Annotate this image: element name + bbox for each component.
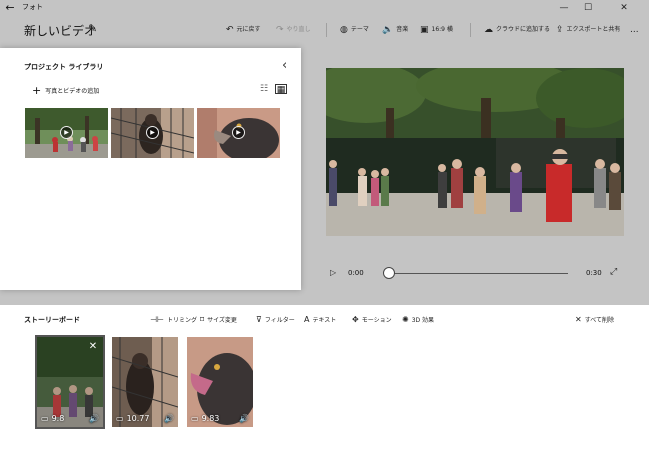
3d-effects-icon: ✺: [402, 315, 409, 324]
undo-button[interactable]: ↶ 元に戻す: [226, 24, 261, 36]
toolbar-divider: [470, 23, 471, 37]
undo-icon: ↶: [226, 25, 234, 35]
redo-label: やり直し: [286, 26, 311, 33]
trim-button[interactable]: ⊣⊢ トリミング: [150, 315, 197, 324]
minimize-button[interactable]: —: [552, 0, 576, 16]
library-item[interactable]: ▶: [110, 108, 195, 158]
storyboard-clip[interactable]: ▭ 9.83 🔊: [187, 337, 253, 427]
add-media-button[interactable]: + 写真とビデオの追加: [32, 84, 99, 97]
motion-label: モーション: [361, 317, 392, 324]
project-title[interactable]: 新しいビデオ: [24, 22, 96, 39]
close-icon: ✕: [575, 315, 582, 324]
library-item[interactable]: ▶: [197, 108, 280, 162]
speaker-icon[interactable]: 🔊: [89, 414, 99, 423]
export-icon: ⇪: [556, 25, 564, 35]
film-icon: ▭: [116, 414, 124, 423]
preview-frame: [326, 68, 624, 236]
music-label: 音楽: [396, 26, 409, 33]
clip-duration: 9.8: [51, 414, 65, 423]
current-time: 0:00: [348, 269, 364, 277]
play-icon: ▶: [146, 126, 159, 139]
redo-icon: ↷: [276, 25, 284, 35]
library-title: プロジェクト ライブラリ: [24, 63, 104, 71]
filter-label: フィルター: [264, 317, 295, 324]
text-label: テキスト: [312, 317, 337, 324]
collapse-chevron-icon[interactable]: ‹: [282, 58, 287, 73]
export-share-label: エクスポートと共有: [566, 26, 621, 33]
motion-icon: ✥: [352, 315, 359, 324]
play-button[interactable]: ▷: [330, 268, 336, 277]
library-item[interactable]: ▶: [25, 108, 108, 158]
redo-button[interactable]: ↷ やり直し: [276, 24, 311, 36]
cloud-icon: ☁: [484, 25, 493, 35]
undo-label: 元に戻す: [236, 26, 261, 33]
3d-effects-label: 3D 効果: [411, 317, 435, 324]
add-media-label: 写真とビデオの追加: [45, 88, 100, 95]
maximize-button[interactable]: ☐: [576, 0, 600, 16]
remove-clip-icon[interactable]: ✕: [87, 341, 99, 353]
list-view-icon[interactable]: ☷: [258, 84, 270, 94]
seek-bar[interactable]: [390, 273, 568, 274]
storyboard-clip[interactable]: ▭ 10.77 🔊: [112, 337, 178, 427]
resize-button[interactable]: ⌑ サイズ変更: [200, 315, 237, 324]
resize-icon: ⌑: [200, 315, 205, 324]
trim-icon: ⊣⊢: [150, 315, 164, 324]
back-arrow-icon[interactable]: ←: [2, 1, 18, 15]
filter-button[interactable]: ⊽ フィルター: [256, 315, 295, 324]
text-button[interactable]: A テキスト: [304, 315, 336, 324]
3d-effects-button[interactable]: ✺ 3D 効果: [402, 315, 434, 324]
music-button[interactable]: 🔈 音楽: [382, 24, 408, 36]
clip-duration: 9.83: [201, 414, 220, 423]
grid-view-icon[interactable]: ▦: [275, 84, 287, 95]
trim-label: トリミング: [166, 317, 197, 324]
app-title: フォト: [22, 3, 43, 11]
film-icon: ▭: [191, 414, 199, 423]
toolbar-divider: [326, 23, 327, 37]
seek-handle[interactable]: [383, 267, 395, 279]
close-button[interactable]: ✕: [612, 0, 636, 16]
export-share-button[interactable]: ⇪ エクスポートと共有: [556, 24, 620, 36]
aspect-ratio-button[interactable]: ▣ 16:9 横: [420, 24, 453, 36]
filter-icon: ⊽: [256, 315, 262, 324]
storyboard-clip[interactable]: ✕ ▭ 9.8 🔊: [37, 337, 103, 427]
add-to-cloud-label: クラウドに追加する: [496, 26, 551, 33]
more-button[interactable]: ...: [630, 24, 639, 36]
speaker-icon: 🔈: [382, 25, 394, 35]
theme-label: テーマ: [350, 26, 369, 33]
play-icon: ▶: [232, 126, 245, 139]
fullscreen-icon[interactable]: ⤢: [610, 267, 617, 277]
play-icon: ▶: [60, 126, 73, 139]
resize-label: サイズ変更: [207, 317, 237, 324]
palette-icon: ◍: [340, 25, 348, 35]
plus-icon: +: [32, 84, 42, 97]
speaker-icon[interactable]: 🔊: [164, 414, 174, 423]
theme-button[interactable]: ◍ テーマ: [340, 24, 369, 36]
text-icon: A: [304, 315, 310, 324]
aspect-ratio-label: 16:9 横: [431, 26, 453, 33]
film-icon: ▭: [41, 414, 49, 423]
motion-button[interactable]: ✥ モーション: [352, 315, 392, 324]
remove-all-label: すべて削除: [584, 317, 615, 324]
pencil-icon[interactable]: ✎: [88, 22, 97, 35]
clip-duration: 10.77: [126, 414, 150, 423]
total-time: 0:30: [586, 269, 602, 277]
aspect-ratio-icon: ▣: [420, 25, 429, 35]
remove-all-button[interactable]: ✕ すべて削除: [575, 315, 614, 324]
storyboard-title: ストーリーボード: [24, 316, 80, 324]
add-to-cloud-button[interactable]: ☁ クラウドに追加する: [484, 24, 550, 36]
speaker-icon[interactable]: 🔊: [239, 414, 249, 423]
storyboard-panel: ストーリーボード ⊣⊢ トリミング ⌑ サイズ変更 ⊽ フィルター A テキスト…: [0, 305, 649, 449]
video-preview[interactable]: [326, 68, 624, 236]
project-library-panel: プロジェクト ライブラリ ‹ + 写真とビデオの追加 ☷ ▦ ▶ ▶ ▶: [0, 48, 301, 290]
